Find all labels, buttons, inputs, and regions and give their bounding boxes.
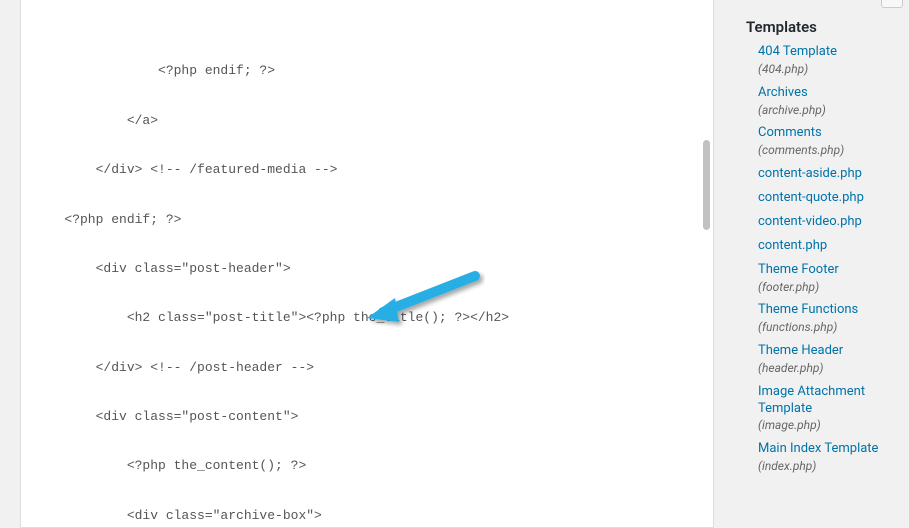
template-link[interactable]: Theme Footer (758, 262, 903, 279)
template-link[interactable]: content-quote.php (758, 190, 903, 207)
template-filename: (header.php) (758, 360, 903, 377)
template-item: 404 Template(404.php) (746, 44, 903, 78)
template-link[interactable]: Archives (758, 85, 903, 102)
template-link[interactable]: Theme Header (758, 343, 903, 360)
template-link[interactable]: Image Attachment Template (758, 384, 903, 418)
template-item: Theme Header(header.php) (746, 343, 903, 377)
template-item: content-aside.php (746, 166, 903, 183)
templates-sidebar: Templates 404 Template(404.php)Archives(… (734, 0, 909, 528)
template-filename: (index.php) (758, 458, 903, 475)
template-link[interactable]: content-aside.php (758, 166, 903, 183)
template-filename: (archive.php) (758, 102, 903, 119)
template-item: Theme Footer(footer.php) (746, 262, 903, 296)
template-item: Theme Functions(functions.php) (746, 302, 903, 336)
template-item: content-quote.php (746, 190, 903, 207)
sidebar-heading: Templates (746, 18, 903, 36)
template-item: Archives(archive.php) (746, 85, 903, 119)
template-filename: (footer.php) (758, 279, 903, 296)
template-filename: (404.php) (758, 61, 903, 78)
template-link[interactable]: 404 Template (758, 44, 903, 61)
template-list: 404 Template(404.php) Archives(archive.ph… (746, 44, 903, 475)
template-item: content-video.php (746, 214, 903, 231)
template-filename: (comments.php) (758, 142, 903, 159)
template-item: content.php (746, 238, 903, 255)
template-item: Main Index Template(index.php) (746, 441, 903, 475)
template-item: Comments(comments.php) (746, 125, 903, 159)
template-link[interactable]: Comments (758, 125, 903, 142)
template-link[interactable]: content-video.php (758, 214, 903, 231)
scrollbar-thumb[interactable] (703, 140, 710, 230)
code-editor[interactable]: <?php endif; ?> </a> </div> <!-- /featur… (20, 0, 714, 528)
editor-area: <?php endif; ?> </a> </div> <!-- /featur… (0, 0, 734, 528)
template-link[interactable]: Main Index Template (758, 441, 903, 458)
template-filename: (functions.php) (758, 319, 903, 336)
template-item: Image Attachment Template(image.php) (746, 384, 903, 435)
top-button-fragment[interactable] (881, 0, 903, 8)
template-link[interactable]: content.php (758, 238, 903, 255)
template-filename: (image.php) (758, 417, 903, 434)
template-link[interactable]: Theme Functions (758, 302, 903, 319)
